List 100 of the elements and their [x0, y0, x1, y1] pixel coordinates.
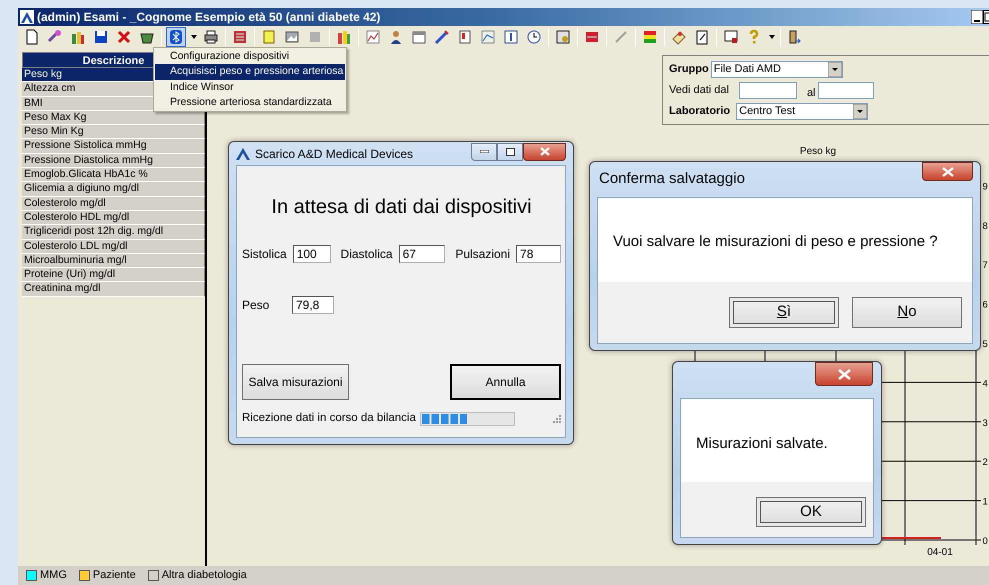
axis-label: 2 [982, 457, 988, 468]
status-text: Ricezione dati in corso da bilancia [242, 411, 416, 426]
image-icon [284, 29, 300, 45]
window-title: (admin) Esami - _Cognome Esempio età 50 (anni diabete 42) [37, 9, 380, 26]
dropdown-arrow-icon[interactable] [853, 104, 868, 118]
dialog-message: Misurazioni salvate. [696, 435, 828, 452]
maximize-icon [506, 148, 514, 156]
axis-label: 0 [982, 536, 988, 547]
axis-label: 1 [982, 496, 988, 508]
field-label: Peso [242, 297, 270, 314]
list-item[interactable]: Peso Max Kg [22, 110, 205, 126]
table-icon [232, 29, 248, 45]
close-icon [942, 166, 954, 176]
app-icon [236, 148, 250, 160]
pen-icon [613, 29, 629, 45]
list-item[interactable]: Colesterolo LDL mg/dl [22, 240, 205, 254]
delete-icon [116, 29, 132, 45]
close-button[interactable] [922, 162, 973, 181]
dropdown-arrow-icon[interactable] [768, 35, 774, 39]
document-icon [24, 29, 40, 45]
menu-item[interactable]: Acquisisci peso e pressione arteriosa [155, 64, 345, 80]
list-item[interactable]: Peso Min Kg [22, 125, 205, 140]
chart-icon [365, 29, 381, 45]
bluetooth-icon [168, 29, 184, 45]
number-field[interactable]: 78 [516, 245, 561, 263]
dialog-message: Vuoi salvare le misurazioni di peso e pressione ? [613, 233, 938, 250]
axis-label: 9 [982, 181, 988, 192]
number-field[interactable]: 100 [292, 245, 331, 263]
maximize-icon[interactable] [983, 10, 989, 24]
printer-icon [203, 29, 219, 45]
field-label: Sistolica [242, 246, 287, 263]
close-button[interactable] [523, 142, 566, 160]
group-label: Gruppo [669, 62, 709, 77]
list-item[interactable]: Colesterolo mg/dl [22, 196, 205, 211]
data-line [880, 537, 941, 539]
date-to-label: al [806, 86, 816, 101]
field-label: Pulsazioni [455, 246, 510, 263]
maximize-button[interactable] [497, 142, 523, 160]
dialog-title: Scarico A&D Medical Devices [255, 146, 414, 162]
axis-label: 5 [982, 339, 988, 350]
dialog-button[interactable]: OK [756, 497, 866, 527]
close-icon [838, 368, 850, 380]
field-label: Diastolica [340, 246, 393, 263]
chart-icon [480, 29, 496, 45]
bottles-icon [70, 29, 86, 45]
list-item[interactable]: Proteine (Uri) mg/dl [22, 268, 205, 282]
laboratory-dropdown[interactable]: Centro Test [736, 102, 868, 120]
legend-label: Paziente [92, 568, 136, 584]
dialog-button[interactable]: No [852, 297, 962, 328]
dialog-heading: In attesa di dati dai dispositivi [270, 195, 533, 218]
info-icon [503, 29, 519, 45]
date-from-label: Vedi dati dal [669, 82, 729, 98]
exit-icon [787, 29, 803, 45]
clipboard-icon [694, 29, 710, 45]
dialog-button[interactable]: Annulla [450, 364, 561, 400]
clock-icon [526, 29, 542, 45]
list-item[interactable]: Microalbuminuria mg/l [22, 254, 205, 268]
legend-label: MMG [40, 568, 67, 584]
dialog-button[interactable]: Salva misurazioni [242, 364, 349, 400]
bottles-icon [336, 29, 352, 45]
dialog-title: Conferma salvataggio [599, 169, 745, 190]
axis-label: 4 [982, 378, 988, 390]
list-item[interactable]: Pressione Diastolica mmHg [22, 154, 205, 168]
close-icon [540, 147, 550, 156]
toolbar-button[interactable] [166, 27, 186, 47]
minimize-button[interactable] [471, 142, 497, 160]
dropdown-arrow-icon[interactable] [190, 35, 196, 39]
resize-grip-icon[interactable] [553, 415, 561, 423]
report-icon [457, 29, 473, 45]
weight-field[interactable]: 79,8 [292, 296, 334, 314]
dropdown-arrow-icon[interactable] [828, 62, 842, 76]
laboratory-label: Laboratorio [669, 104, 730, 119]
notes-icon [261, 29, 277, 45]
person-icon [388, 29, 404, 45]
tile-icon [307, 29, 323, 45]
date-from-field[interactable] [738, 82, 797, 98]
chart-title: Peso kg [800, 146, 836, 157]
list-item[interactable]: Colesterolo HDL mg/dl [22, 210, 205, 226]
list-item[interactable]: Glicemia a digiuno mg/dl [22, 182, 205, 197]
legend-label: Altra diabetologia [162, 568, 247, 584]
axis-label: 8 [982, 220, 988, 232]
list-item[interactable]: Creatinina mg/dl [22, 282, 205, 297]
axis-label: 3 [982, 418, 988, 429]
number-field[interactable]: 67 [398, 245, 446, 263]
list-item[interactable]: Pressione Sistolica mmHg [22, 139, 205, 154]
minimize-icon [480, 150, 488, 153]
app-icon [20, 10, 34, 24]
save-icon [93, 29, 109, 45]
axis-label: 6 [982, 300, 988, 311]
date-to-field[interactable] [818, 82, 874, 98]
list-item[interactable]: Emoglob.Glicata HbA1c % [22, 168, 205, 182]
group-dropdown[interactable]: File Dati AMD [710, 60, 843, 78]
dialog-button[interactable]: Sì [729, 297, 839, 328]
tools-icon [47, 29, 63, 45]
axis-label: 04-01 [927, 547, 953, 558]
close-button[interactable] [815, 362, 873, 386]
list-item[interactable]: Trigliceridi post 12h dig. mg/dl [22, 225, 205, 240]
monitor-icon [723, 29, 739, 45]
axis-label: 7 [982, 260, 988, 272]
color-bars-icon [642, 29, 658, 45]
